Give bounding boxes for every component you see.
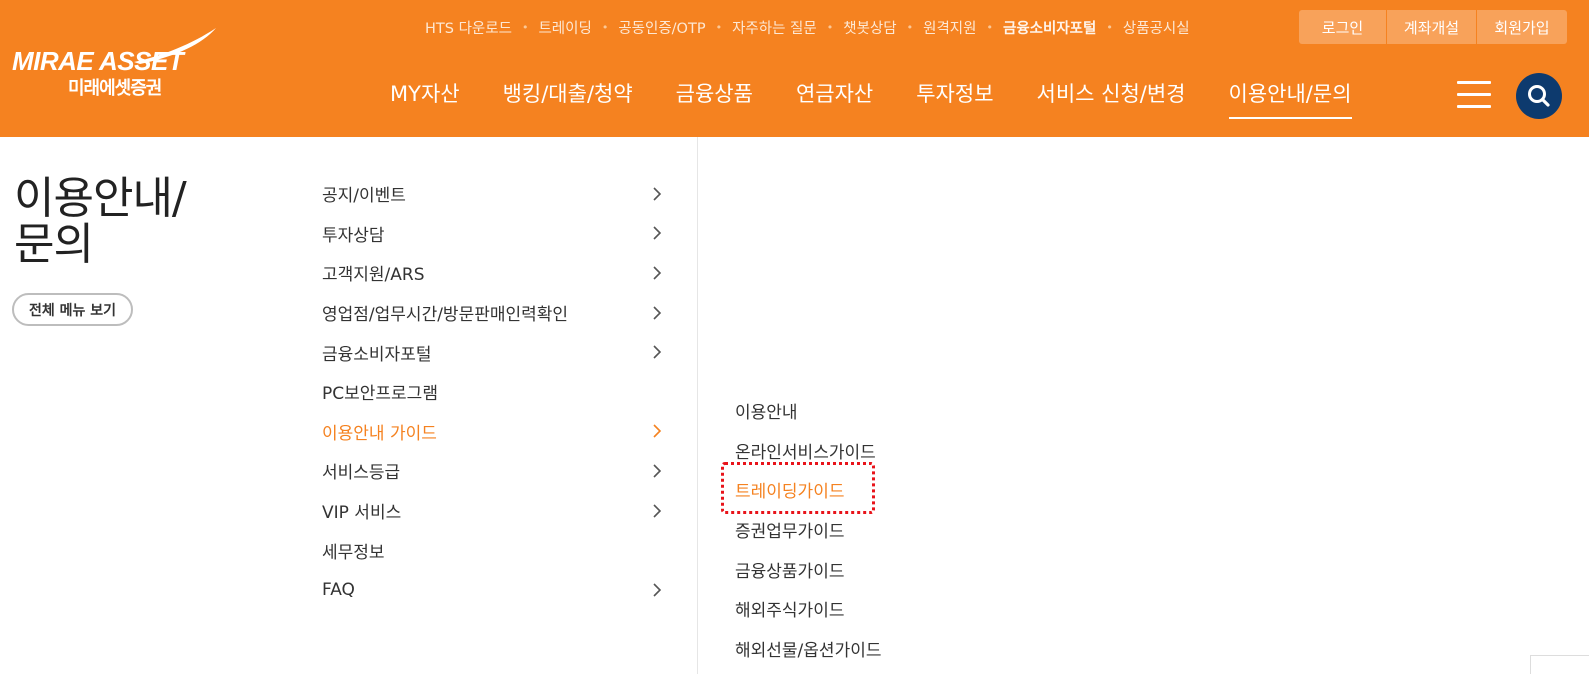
menu-item-label: 이용안내 가이드 xyxy=(322,423,437,444)
mirae-asset-logo[interactable]: MIRAE ASSET 미래에셋증권 xyxy=(12,26,222,106)
menu-item-customer-support[interactable]: 고객지원/ARS xyxy=(322,253,667,293)
util-link-hts-download[interactable]: HTS 다운로드 xyxy=(425,17,512,38)
nav-pension[interactable]: 연금자산 xyxy=(796,78,873,118)
chevron-right-icon xyxy=(653,503,662,518)
submenu-item-overseas-stock-guide[interactable]: 해외주식가이드 xyxy=(735,589,882,629)
nav-service-request[interactable]: 서비스 신청/변경 xyxy=(1037,78,1186,118)
submenu-item-online-service-guide[interactable]: 온라인서비스가이드 xyxy=(735,431,882,471)
menu-item-label: 서비스등급 xyxy=(322,463,401,484)
menu-item-service-grade[interactable]: 서비스등급 xyxy=(322,451,667,491)
submenu-item-overseas-futures-guide[interactable]: 해외선물/옵션가이드 xyxy=(735,629,882,669)
submenu-item-securities-guide[interactable]: 증권업무가이드 xyxy=(735,510,882,550)
util-link-faq[interactable]: 자주하는 질문 xyxy=(732,17,817,38)
search-button[interactable] xyxy=(1516,73,1562,119)
submenu-item-usage[interactable]: 이용안내 xyxy=(735,391,882,431)
menu-item-label: 금융소비자포털 xyxy=(322,344,432,365)
util-link-remote-support[interactable]: 원격지원 xyxy=(923,17,976,38)
menu-item-investment-consult[interactable]: 투자상담 xyxy=(322,214,667,254)
menu-item-branch-hours[interactable]: 영업점/업무시간/방문판매인력확인 xyxy=(322,293,667,333)
menu-item-usage-guide[interactable]: 이용안내 가이드 xyxy=(322,412,667,452)
util-link-consumer-portal[interactable]: 금융소비자포털 xyxy=(1003,17,1096,38)
util-link-certificate-otp[interactable]: 공동인증/OTP xyxy=(618,17,705,38)
utility-nav: HTS 다운로드 • 트레이딩 • 공동인증/OTP • 자주하는 질문 • 챗… xyxy=(425,16,1190,38)
menu-item-label: FAQ xyxy=(322,579,355,600)
page-title: 이용안내/ 문의 xyxy=(14,173,187,270)
signup-button[interactable]: 회원가입 xyxy=(1477,10,1567,44)
chevron-right-icon xyxy=(653,306,662,320)
login-button[interactable]: 로그인 xyxy=(1299,10,1387,44)
view-all-menu-button[interactable]: 전체 메뉴 보기 xyxy=(12,293,133,326)
submenu-item-trading-guide[interactable]: 트레이딩가이드 xyxy=(735,470,882,510)
chevron-right-icon xyxy=(653,187,662,201)
chevron-right-icon xyxy=(653,266,662,280)
main-nav: MY자산 뱅킹/대출/청약 금융상품 연금자산 투자정보 서비스 신청/변경 이… xyxy=(390,78,1352,119)
auth-buttons: 로그인 계좌개설 회원가입 xyxy=(1299,10,1567,44)
util-separator: • xyxy=(1106,20,1113,34)
nav-financial-products[interactable]: 금융상품 xyxy=(676,78,753,118)
logo-english-text: MIRAE ASSET xyxy=(12,46,184,76)
menu-item-label: 세무정보 xyxy=(322,542,385,563)
menu-item-label: 고객지원/ARS xyxy=(322,265,425,286)
category-menu: 공지/이벤트 투자상담 고객지원/ARS 영업점/업무시간/방문판매인력확인 금… xyxy=(322,174,667,610)
hamburger-icon[interactable] xyxy=(1457,81,1491,108)
submenu-item-financial-product-guide[interactable]: 금융상품가이드 xyxy=(735,549,882,589)
menu-item-notice-event[interactable]: 공지/이벤트 xyxy=(322,174,667,214)
open-account-button[interactable]: 계좌개설 xyxy=(1387,10,1477,44)
util-link-product-disclosure[interactable]: 상품공시실 xyxy=(1123,17,1190,38)
menu-item-label: 투자상담 xyxy=(322,225,385,246)
logo-korean-text: 미래에셋증권 xyxy=(68,78,162,99)
chevron-right-icon xyxy=(653,464,662,478)
nav-guide-inquiry[interactable]: 이용안내/문의 xyxy=(1228,78,1352,119)
util-link-trading[interactable]: 트레이딩 xyxy=(538,17,591,38)
util-separator: • xyxy=(601,20,609,34)
menu-item-label: 공지/이벤트 xyxy=(322,186,406,207)
nav-investment-info[interactable]: 투자정보 xyxy=(916,78,993,118)
util-separator: • xyxy=(986,20,993,34)
menu-item-faq[interactable]: FAQ xyxy=(322,570,667,610)
menu-item-label: PC보안프로그램 xyxy=(322,384,438,405)
chevron-right-icon xyxy=(653,345,662,359)
nav-my-assets[interactable]: MY자산 xyxy=(390,78,460,118)
corner-widget xyxy=(1530,655,1589,674)
chevron-right-icon xyxy=(653,226,662,240)
menu-item-label: VIP 서비스 xyxy=(322,503,402,524)
search-icon xyxy=(1528,85,1550,107)
util-separator: • xyxy=(826,20,834,34)
util-separator: • xyxy=(715,20,723,34)
util-separator: • xyxy=(906,20,914,34)
column-divider xyxy=(697,137,698,674)
menu-item-vip-service[interactable]: VIP 서비스 xyxy=(322,491,667,531)
chevron-right-icon xyxy=(653,583,662,597)
site-header: MIRAE ASSET 미래에셋증권 HTS 다운로드 • 트레이딩 • 공동인… xyxy=(0,0,1589,137)
menu-item-label: 영업점/업무시간/방문판매인력확인 xyxy=(322,305,569,326)
util-separator: • xyxy=(521,20,529,34)
util-link-chatbot[interactable]: 챗봇상담 xyxy=(843,17,896,38)
menu-item-consumer-portal[interactable]: 금융소비자포털 xyxy=(322,332,667,372)
menu-item-tax-info[interactable]: 세무정보 xyxy=(322,530,667,570)
menu-item-pc-security[interactable]: PC보안프로그램 xyxy=(322,372,667,412)
nav-banking[interactable]: 뱅킹/대출/청약 xyxy=(503,78,633,118)
chevron-right-icon xyxy=(653,424,662,438)
guide-submenu: 이용안내 온라인서비스가이드 트레이딩가이드 증권업무가이드 금융상품가이드 해… xyxy=(735,391,882,668)
